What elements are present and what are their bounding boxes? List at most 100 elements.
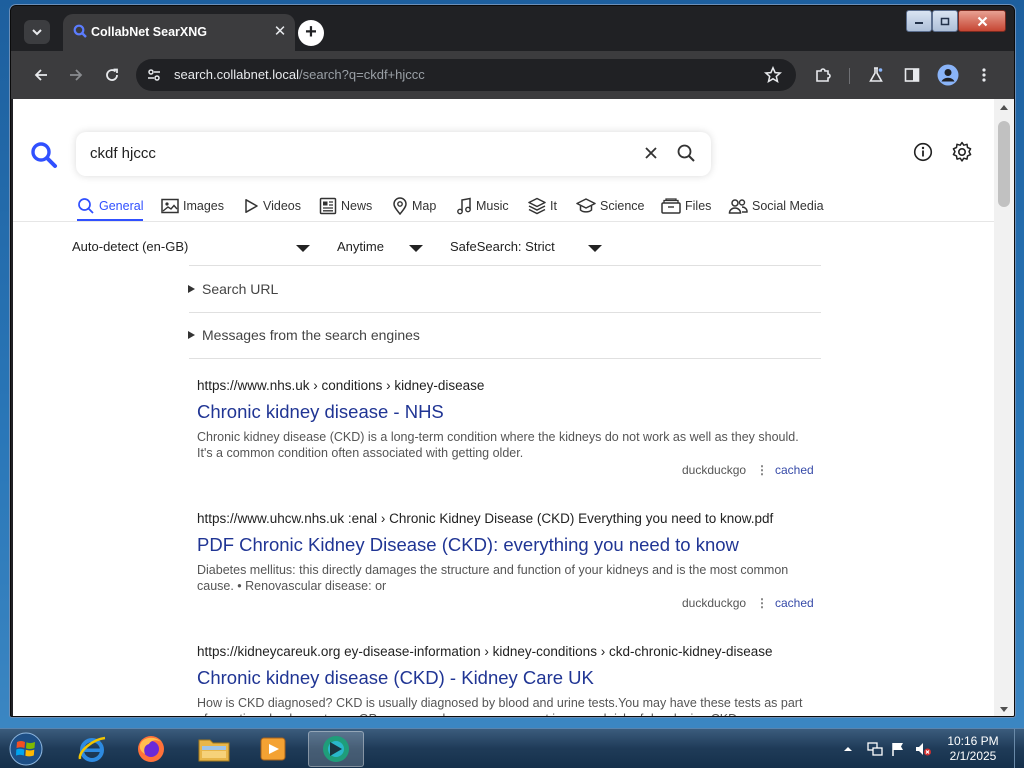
reload-button[interactable] [100, 63, 124, 87]
browser-toolbar: search.collabnet.local/search?q=ckdf+hjc… [11, 51, 1014, 99]
result-snippet: Chronic kidney disease (CKD) is a long-t… [197, 430, 799, 460]
tray-network[interactable] [866, 729, 884, 768]
result-meta: duckduckgo ⋮ cached [197, 596, 817, 614]
search-result: https://kidneycareuk.org ey-disease-info… [197, 644, 817, 716]
system-clock[interactable]: 10:16 PM 2/1/2025 [938, 734, 1008, 764]
result-url[interactable]: https://www.nhs.uk › conditions › kidney… [197, 378, 817, 396]
tab-label: Music [476, 199, 509, 213]
engine-messages-toggle[interactable]: Messages from the search engines [188, 327, 420, 343]
show-desktop-button[interactable] [1014, 729, 1024, 768]
info-icon[interactable] [913, 142, 933, 162]
search-result: https://www.nhs.uk › conditions › kidney… [197, 378, 817, 481]
caret-up-icon [844, 747, 852, 751]
chevron-down-icon [32, 29, 42, 36]
search-url-toggle[interactable]: Search URL [188, 281, 278, 297]
back-button[interactable] [29, 63, 53, 87]
url-text: search.collabnet.local/search?q=ckdf+hjc… [174, 67, 425, 82]
tab-social-media[interactable]: Social Media [728, 195, 838, 217]
tab-images[interactable]: Images [161, 195, 243, 217]
tab-map[interactable]: Map [392, 195, 456, 217]
cached-link[interactable]: cached [775, 596, 814, 610]
minimize-button[interactable] [906, 10, 932, 32]
scroll-down-icon[interactable] [1000, 707, 1008, 712]
profile-button[interactable] [936, 63, 960, 87]
searxng-logo-icon[interactable] [30, 141, 58, 169]
start-button[interactable] [5, 730, 47, 768]
tab-label: Files [685, 199, 712, 213]
tray-action-center[interactable] [890, 729, 906, 768]
result-title-link[interactable]: Chronic kidney disease - NHS [197, 401, 817, 423]
scroll-up-icon[interactable] [1000, 105, 1008, 110]
cached-link[interactable]: cached [775, 463, 814, 477]
taskbar-firefox[interactable] [123, 731, 179, 767]
music-note-icon [457, 197, 471, 215]
tray-show-hidden[interactable] [843, 729, 853, 768]
search-query[interactable]: ckdf hjccc [90, 145, 156, 162]
close-tab-button[interactable]: ✕ [271, 23, 289, 41]
result-url[interactable]: https://www.uhcw.nhs.uk :enal › Chronic … [197, 511, 817, 529]
network-icon [867, 742, 883, 756]
chevron-down-icon[interactable] [409, 245, 423, 252]
more-vertical-icon: ⋮ [756, 596, 768, 610]
close-icon [977, 16, 987, 26]
search-url-label: Search URL [202, 281, 279, 297]
chevron-down-icon[interactable] [296, 245, 310, 252]
result-title-link[interactable]: PDF Chronic Kidney Disease (CKD): everyt… [197, 534, 817, 556]
time-range-select[interactable]: Anytime [337, 239, 384, 254]
browser-window: CollabNet SearXNG ✕ + search.collabnet.l… [10, 5, 1015, 717]
scrollbar-thumb[interactable] [998, 121, 1010, 207]
page-scrollbar[interactable] [994, 99, 1014, 716]
taskbar-explorer[interactable] [186, 731, 242, 767]
newspaper-icon [319, 197, 337, 215]
clock-date: 2/1/2025 [949, 749, 997, 763]
tab-music[interactable]: Music [456, 195, 528, 217]
files-icon [661, 198, 681, 214]
tab-videos[interactable]: Videos [243, 195, 319, 217]
labs-button[interactable] [864, 63, 888, 87]
gear-icon[interactable] [951, 141, 973, 163]
extensions-button[interactable] [811, 63, 835, 87]
side-panel-button[interactable] [900, 63, 924, 87]
forward-button[interactable] [64, 63, 88, 87]
puzzle-icon [816, 68, 831, 82]
image-icon [161, 198, 179, 214]
chevron-down-icon[interactable] [588, 245, 602, 252]
tab-search-button[interactable] [24, 20, 50, 44]
taskbar-media-player[interactable] [245, 731, 301, 767]
result-snippet: How is CKD diagnosed? CKD is usually dia… [197, 696, 803, 716]
taskbar-ie[interactable] [64, 731, 120, 767]
language-select[interactable]: Auto-detect (en-GB) [72, 239, 188, 254]
star-icon[interactable] [764, 66, 782, 84]
clear-icon[interactable] [642, 144, 660, 162]
divider [189, 312, 821, 313]
divider [189, 358, 821, 359]
result-url[interactable]: https://kidneycareuk.org ey-disease-info… [197, 644, 817, 662]
result-engine: duckduckgo [682, 463, 747, 477]
result-title-link[interactable]: Chronic kidney disease (CKD) - Kidney Ca… [197, 667, 817, 689]
tray-volume[interactable] [914, 729, 932, 768]
tab-label: Images [183, 199, 224, 213]
menu-button[interactable] [972, 63, 996, 87]
tab-it[interactable]: It [528, 195, 576, 217]
avatar-icon [937, 64, 959, 86]
active-tab[interactable]: CollabNet SearXNG ✕ [63, 14, 295, 51]
safesearch-select[interactable]: SafeSearch: Strict [450, 239, 555, 254]
close-window-button[interactable] [958, 10, 1006, 32]
search-icon[interactable] [676, 143, 696, 163]
folder-icon [198, 739, 230, 762]
new-tab-button[interactable]: + [298, 20, 324, 46]
address-bar[interactable]: search.collabnet.local/search?q=ckdf+hjc… [136, 59, 796, 91]
maximize-button[interactable] [932, 10, 958, 32]
search-result: https://www.uhcw.nhs.uk :enal › Chronic … [197, 511, 817, 614]
taskbar-browser-active[interactable] [308, 731, 364, 767]
category-tabs: General Images Videos News Map Music It … [77, 195, 838, 221]
tab-label: Videos [263, 199, 301, 213]
search-icon [73, 24, 87, 38]
tab-files[interactable]: Files [661, 195, 728, 217]
search-input[interactable]: ckdf hjccc [76, 132, 711, 176]
firefox-icon [138, 736, 164, 762]
tab-general[interactable]: General [77, 195, 161, 217]
tab-science[interactable]: Science [576, 195, 661, 217]
browser-app-icon [323, 736, 349, 762]
tab-news[interactable]: News [319, 195, 392, 217]
